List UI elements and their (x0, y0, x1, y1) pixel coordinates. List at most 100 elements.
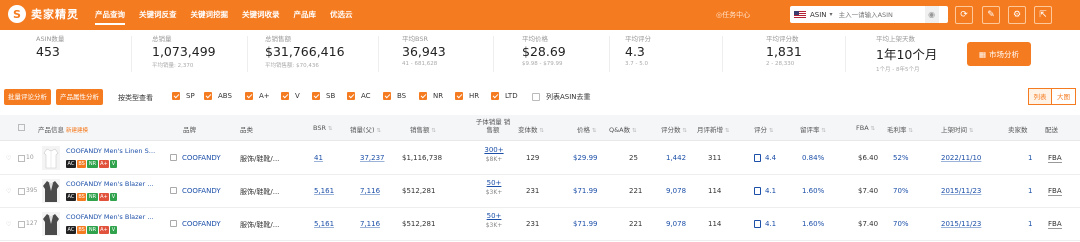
bsr-value[interactable]: 41 (314, 154, 323, 162)
table-row[interactable]: ♡ 395 COOFANDY Men's Blazer Ca... AC BS NR… (0, 175, 1080, 208)
view-list-button[interactable]: 列表 (1028, 88, 1052, 105)
stat-avg-rating-count: 平均评分数 1,831 2 - 28,330 (766, 35, 802, 67)
filter-ac[interactable]: AC (347, 92, 371, 100)
view-grid-button[interactable]: 大图 (1052, 88, 1076, 105)
app-logo[interactable]: S 卖家精灵 (8, 5, 79, 23)
sellers-value[interactable]: 1 (1028, 220, 1032, 228)
col-bsr[interactable]: BSR (313, 124, 332, 132)
filter-dedupe-asin[interactable]: 列表ASIN去重 (532, 92, 591, 102)
col-rating[interactable]: 评分 (754, 124, 773, 134)
tools-icon[interactable]: ✎ (982, 6, 1000, 24)
nav-keyword-index[interactable]: 关键词收录 (235, 0, 287, 30)
col-margin[interactable]: 毛利率 (887, 124, 913, 134)
sales-value[interactable]: 37,237 (360, 154, 385, 162)
checkbox[interactable] (491, 92, 499, 100)
select-all-checkbox[interactable] (18, 124, 25, 131)
nav-keyword-reverse[interactable]: 关键词反查 (132, 0, 184, 30)
filter-bs[interactable]: BS (383, 92, 406, 100)
col-retention[interactable]: 留评率 (800, 124, 826, 134)
search-type-select[interactable]: ASIN (810, 11, 827, 19)
col-listed[interactable]: 上架时间 (941, 124, 973, 134)
pin-icon[interactable]: ⇱ (1034, 6, 1052, 24)
col-sales[interactable]: 销量(父) (350, 124, 381, 134)
col-revenue[interactable]: 销售额 (410, 124, 436, 134)
filter-ltd[interactable]: LTD (491, 92, 518, 100)
rating-count-value[interactable]: 1,442 (666, 154, 686, 162)
market-analysis-button[interactable]: ▦ 市场分析 (967, 42, 1031, 66)
favorite-icon[interactable]: ♡ (6, 188, 11, 195)
col-brand[interactable]: 品牌 (183, 124, 196, 134)
brand-name[interactable]: COOFANDY (182, 220, 221, 228)
checkbox[interactable] (245, 92, 253, 100)
listed-date[interactable]: 2015/11/23 (941, 220, 981, 228)
col-qa[interactable]: Q&A数 (609, 124, 637, 134)
table-row[interactable]: ♡ 10 COOFANDY Men's Linen Shi... AC BS NR A… (0, 142, 1080, 175)
filter-hr[interactable]: HR (455, 92, 479, 100)
favorite-icon[interactable]: ♡ (6, 155, 11, 162)
checkbox[interactable] (281, 92, 289, 100)
filter-sb[interactable]: SB (312, 92, 335, 100)
col-sellers[interactable]: 卖家数 (1008, 124, 1028, 134)
row-checkbox[interactable] (18, 155, 25, 162)
favorite-icon[interactable]: ♡ (6, 221, 11, 228)
sales-value[interactable]: 7,116 (360, 220, 380, 228)
checkbox[interactable] (347, 92, 355, 100)
attr-analysis-button[interactable]: 产品属性分析 (56, 89, 103, 105)
nav-product-library[interactable]: 产品库 (287, 0, 324, 30)
brand-name[interactable]: COOFANDY (182, 187, 221, 195)
brand-name[interactable]: COOFANDY (182, 154, 221, 162)
table-row[interactable]: ♡ 127 COOFANDY Men's Blazer Ca... AC BS NR… (0, 208, 1080, 241)
listed-date[interactable]: 2022/11/10 (941, 154, 981, 162)
us-flag-icon[interactable] (794, 10, 806, 19)
col-variants[interactable]: 变体数 (518, 124, 544, 134)
filter-sp[interactable]: SP (172, 92, 195, 100)
col-price[interactable]: 价格 (577, 124, 596, 134)
camera-icon[interactable]: ◉ (924, 6, 939, 23)
bsr-value[interactable]: 5,161 (314, 220, 334, 228)
checkbox[interactable] (312, 92, 320, 100)
row-checkbox[interactable] (18, 221, 25, 228)
listed-date[interactable]: 2015/11/23 (941, 187, 981, 195)
product-thumbnail[interactable] (42, 179, 60, 203)
batch-review-button[interactable]: 批量评论分析 (4, 89, 51, 105)
col-category[interactable]: 品类 (240, 124, 253, 134)
product-name[interactable]: COOFANDY Men's Linen Shi... (66, 147, 158, 155)
col-ship[interactable]: 配送 (1045, 124, 1058, 134)
nav-keyword-mining[interactable]: 关键词挖掘 (184, 0, 236, 30)
sellers-value[interactable]: 1 (1028, 154, 1032, 162)
checkbox[interactable] (172, 92, 180, 100)
search-input[interactable] (838, 10, 925, 19)
checkbox[interactable] (383, 92, 391, 100)
rating-count-value[interactable]: 9,078 (666, 220, 686, 228)
sellers-value[interactable]: 1 (1028, 187, 1032, 195)
col-fba[interactable]: FBA (856, 124, 875, 132)
col-child-sales[interactable]: 子体销量 销售额 (473, 118, 513, 134)
checkbox[interactable] (455, 92, 463, 100)
product-thumbnail[interactable] (42, 146, 60, 170)
nav-product-query[interactable]: 产品查询 (88, 0, 132, 30)
bsr-value[interactable]: 5,161 (314, 187, 334, 195)
filter-aplus[interactable]: A+ (245, 92, 270, 100)
checkbox[interactable] (419, 92, 427, 100)
col-monthly-new[interactable]: 月评新增 (697, 124, 729, 134)
row-index: 127 (26, 220, 38, 227)
checkbox[interactable] (532, 93, 540, 101)
product-name[interactable]: COOFANDY Men's Blazer Ca... (66, 180, 158, 188)
product-thumbnail[interactable] (42, 212, 60, 236)
col-rating-count[interactable]: 评分数 (661, 124, 687, 134)
task-center-link[interactable]: ◎任务中心 (716, 10, 750, 20)
row-checkbox[interactable] (18, 188, 25, 195)
divider (131, 36, 132, 72)
filter-abs[interactable]: ABS (204, 92, 232, 100)
settings-icon[interactable]: ⚙ (1008, 6, 1026, 24)
rating-count-value[interactable]: 9,078 (666, 187, 686, 195)
checkbox[interactable] (204, 92, 212, 100)
filter-v[interactable]: V (281, 92, 300, 100)
sales-value[interactable]: 7,116 (360, 187, 380, 195)
sync-icon[interactable]: ⟳ (955, 6, 973, 24)
brand-icon (170, 154, 177, 161)
chevron-down-icon[interactable]: ▾ (830, 11, 833, 18)
nav-preferred-cloud[interactable]: 优选云 (323, 0, 360, 30)
filter-nr[interactable]: NR (419, 92, 443, 100)
product-name[interactable]: COOFANDY Men's Blazer Ca... (66, 213, 158, 221)
